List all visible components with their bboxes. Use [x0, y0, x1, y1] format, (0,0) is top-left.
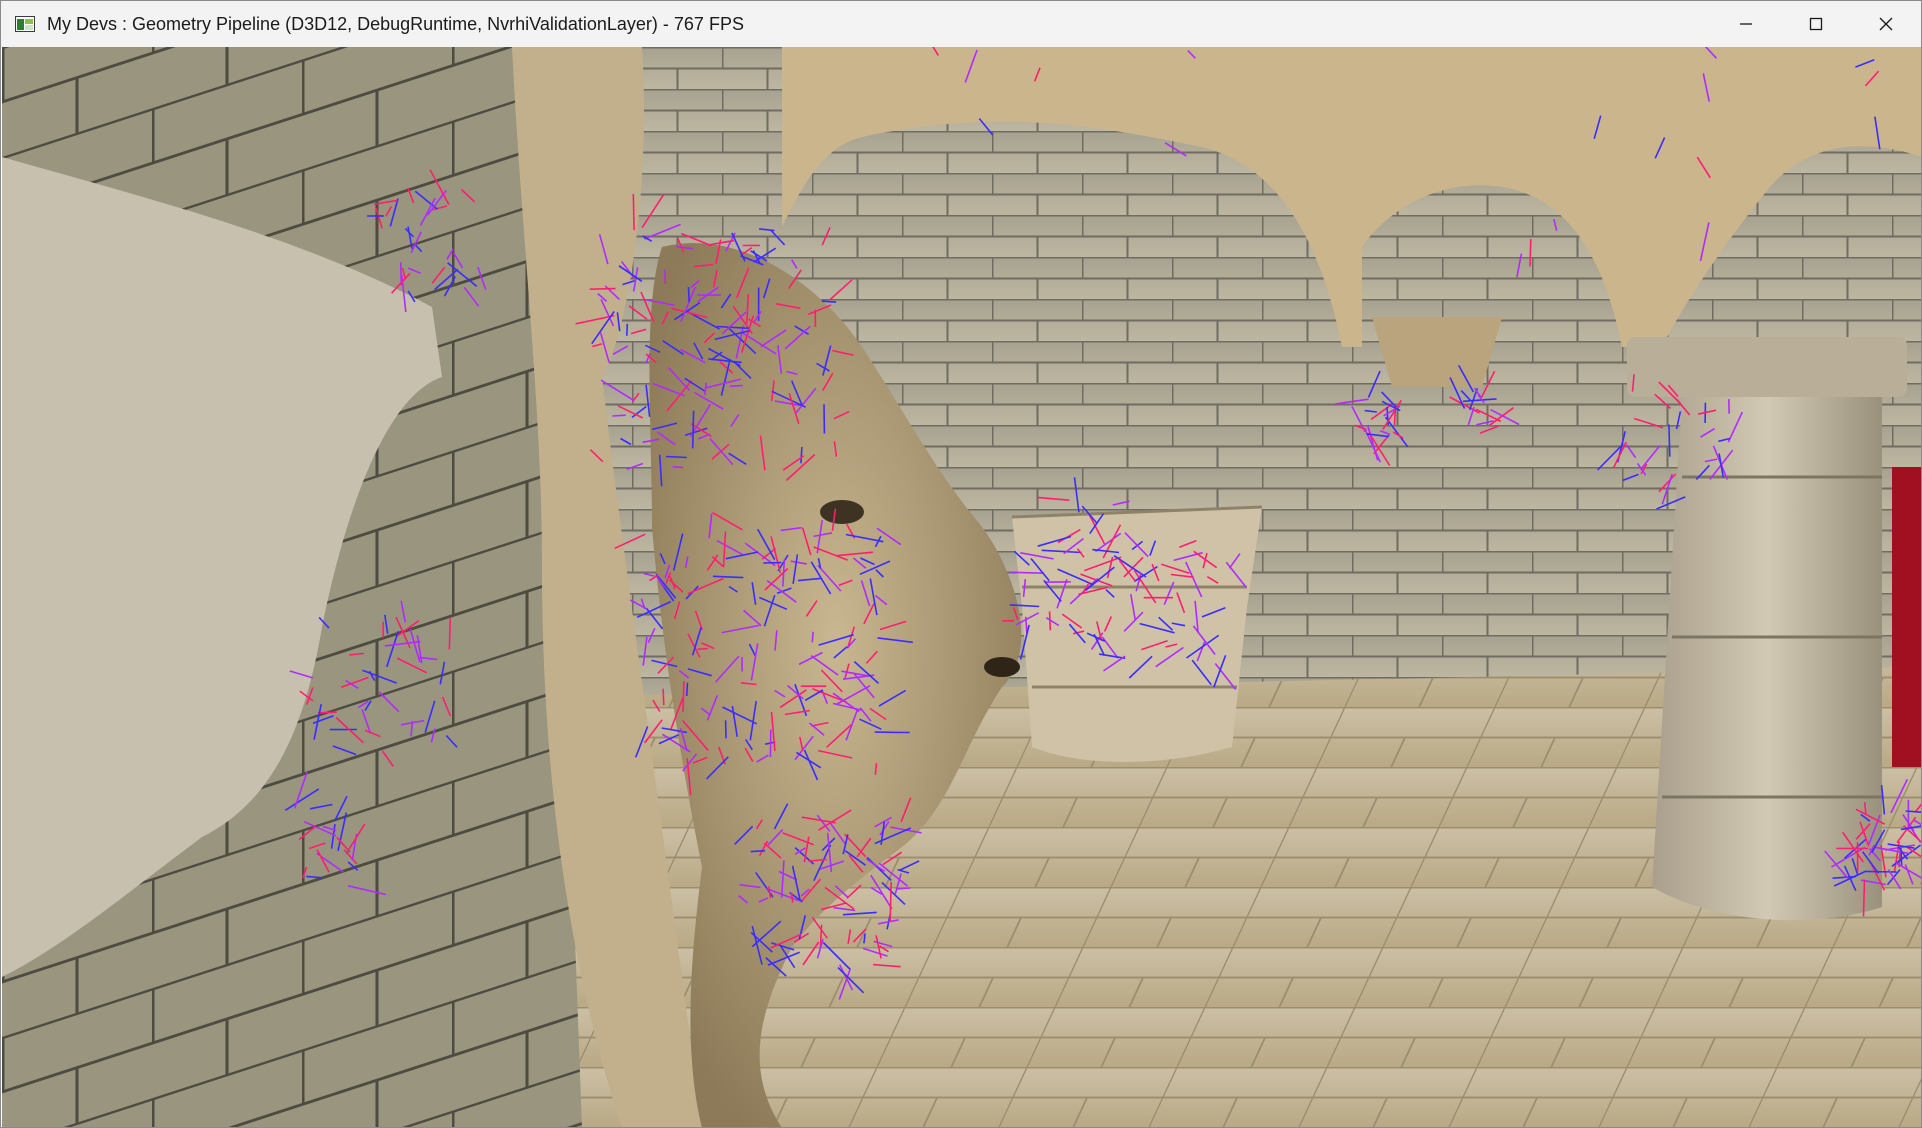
- normal-vector-line: [448, 618, 452, 650]
- normal-vector-line: [889, 881, 892, 922]
- normal-vector-line: [626, 323, 629, 336]
- close-button[interactable]: [1851, 1, 1921, 47]
- normal-vector-line: [317, 711, 337, 714]
- normal-vector-line: [1010, 571, 1045, 574]
- normal-vector-line: [589, 287, 616, 290]
- application-window: My Devs : Geometry Pipeline (D3D12, Debu…: [0, 0, 1922, 1128]
- normal-vector-line: [662, 688, 665, 706]
- minimize-icon: [1740, 23, 1752, 25]
- normal-vector-line: [1862, 879, 1866, 917]
- normal-vector-line: [811, 631, 814, 643]
- title-bar[interactable]: My Devs : Geometry Pipeline (D3D12, Debu…: [1, 1, 1921, 47]
- lion-eye: [820, 500, 864, 524]
- normal-vector-line: [1529, 238, 1532, 267]
- maximize-button[interactable]: [1781, 1, 1851, 47]
- normal-vector-line: [687, 287, 690, 303]
- normal-vector-line: [874, 763, 878, 775]
- normal-vector-line: [685, 682, 689, 697]
- window-controls: [1711, 1, 1921, 47]
- close-icon: [1879, 17, 1893, 31]
- normal-vector-line: [697, 647, 708, 651]
- normal-vector-line: [612, 414, 626, 417]
- normal-vector-line: [691, 410, 695, 449]
- pillar-capital: [1627, 337, 1907, 397]
- window-title: My Devs : Geometry Pipeline (D3D12, Debu…: [47, 13, 744, 34]
- arch-capital: [1372, 317, 1502, 387]
- right-pillar: [1652, 397, 1882, 921]
- minimize-button[interactable]: [1711, 1, 1781, 47]
- normal-vector-line: [895, 887, 911, 890]
- render-viewport[interactable]: [2, 47, 1921, 1127]
- lion-nose: [984, 657, 1020, 677]
- maximize-icon: [1809, 17, 1823, 31]
- app-window-icon: [15, 16, 35, 32]
- normal-vector-line: [1668, 424, 1671, 457]
- normal-vector-line: [821, 300, 837, 303]
- normal-vector-line: [750, 849, 766, 853]
- normal-vector-line: [1864, 870, 1897, 873]
- normal-vector-line: [664, 269, 667, 284]
- normal-vector-line: [1024, 616, 1028, 633]
- normal-vector-line: [632, 193, 635, 231]
- normal-vector-line: [1900, 845, 1903, 866]
- normal-vector-line: [672, 465, 684, 469]
- normal-vector-line: [1393, 407, 1397, 426]
- normal-vector-line: [682, 680, 685, 712]
- scene-canvas: [2, 47, 1921, 1127]
- normal-vector-line: [729, 384, 743, 388]
- normal-vector-line: [665, 455, 687, 459]
- normal-vector-line: [800, 446, 803, 464]
- red-banner: [1892, 467, 1921, 767]
